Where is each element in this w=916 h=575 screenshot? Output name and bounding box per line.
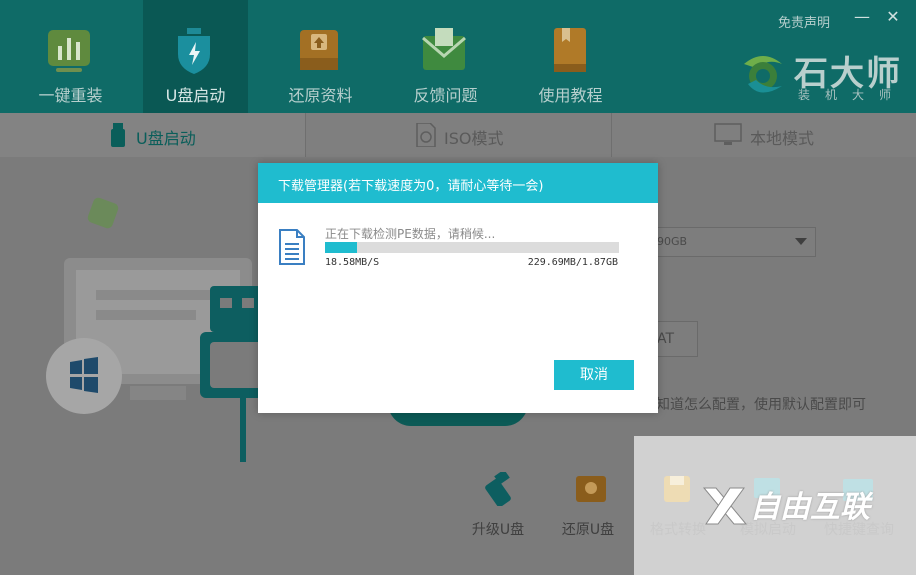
tool-restore-usb[interactable]: 还原U盘: [552, 472, 624, 542]
tab-iso-mode[interactable]: ISO模式: [306, 113, 612, 157]
tab-label: U盘启动: [136, 129, 196, 148]
dialog-title: 下载管理器(若下载速度为0，请耐心等待一会): [278, 179, 544, 194]
download-size: 229.69MB/1.87GB: [527, 257, 618, 268]
tool-upgrade-usb[interactable]: 升级U盘: [462, 472, 534, 542]
download-speed: 18.58MB/S: [325, 257, 380, 268]
nav-label: 使用教程: [538, 86, 603, 105]
disclaimer-link[interactable]: 免责声明: [778, 12, 830, 31]
device-select-value: 90GB: [657, 235, 688, 248]
save-icon: [664, 476, 690, 502]
tab-local-mode[interactable]: 本地模式: [612, 113, 916, 157]
book-icon: [554, 28, 586, 72]
nav-tutorial[interactable]: 使用教程: [518, 0, 623, 113]
nav-restore-data[interactable]: 还原资料: [268, 0, 373, 113]
chevron-down-icon: [795, 238, 807, 245]
minimize-button[interactable]: —: [853, 6, 871, 28]
app-header: 一键重装 U盘启动 还原资料 反馈问题 使用教程 免责声明 — ✕ 石大师 装机…: [0, 0, 916, 113]
mode-tabbar: U盘启动 ISO模式 本地模式: [0, 113, 916, 157]
download-status: 正在下载检测PE数据，请稍候...: [325, 227, 496, 241]
watermark-x-icon: [702, 487, 748, 525]
nav-label: U盘启动: [165, 86, 226, 105]
close-window-button[interactable]: ✕: [884, 6, 902, 28]
iso-file-icon: [416, 123, 436, 147]
nav-feedback[interactable]: 反馈问题: [393, 0, 498, 113]
brand-logo-icon: [744, 56, 782, 93]
cancel-button[interactable]: 取消: [554, 360, 634, 390]
usb-computer-illustration: [46, 197, 280, 462]
tab-label: ISO模式: [444, 129, 504, 148]
usb-upgrade-icon: [485, 472, 511, 506]
nav-label: 反馈问题: [413, 86, 478, 105]
nav-one-click-reinstall[interactable]: 一键重装: [18, 0, 123, 113]
restore-icon: [300, 30, 338, 70]
usb-drive-icon: [111, 123, 125, 147]
mail-icon: [422, 28, 466, 70]
watermark-text: 自由互联: [750, 490, 870, 525]
tab-usb-boot[interactable]: U盘启动: [0, 113, 306, 157]
nav-label: 一键重装: [38, 86, 103, 105]
bar-chart-icon: [48, 30, 90, 72]
format-select-value: AT: [657, 331, 675, 347]
tool-label: 还原U盘: [561, 522, 615, 538]
download-progress-fill: [325, 242, 358, 253]
monitor-icon: [714, 123, 742, 145]
tool-format-convert[interactable]: 格式转换: [650, 519, 706, 539]
config-hint: 知道怎么配置，使用默认配置即可: [656, 397, 866, 413]
tool-label: 升级U盘: [471, 522, 525, 538]
nav-usb-boot[interactable]: U盘启动: [143, 0, 248, 113]
document-icon: [279, 229, 305, 265]
brand-subtitle: 装机大师: [798, 88, 907, 102]
download-manager-dialog: 下载管理器(若下载速度为0，请耐心等待一会) 正在下载检测PE数据，请稍候...…: [258, 163, 658, 413]
brand: 石大师 装机大师: [738, 48, 908, 104]
nav-label: 还原资料: [288, 86, 353, 105]
usb-shield-icon: [178, 28, 210, 74]
download-progress-bar: [325, 242, 619, 253]
usb-restore-icon: [576, 476, 606, 502]
device-select[interactable]: 90GB: [648, 227, 816, 257]
watermark: 自由互联: [700, 482, 870, 528]
tab-label: 本地模式: [750, 129, 815, 148]
dialog-header: 下载管理器(若下载速度为0，请耐心等待一会): [258, 163, 658, 203]
